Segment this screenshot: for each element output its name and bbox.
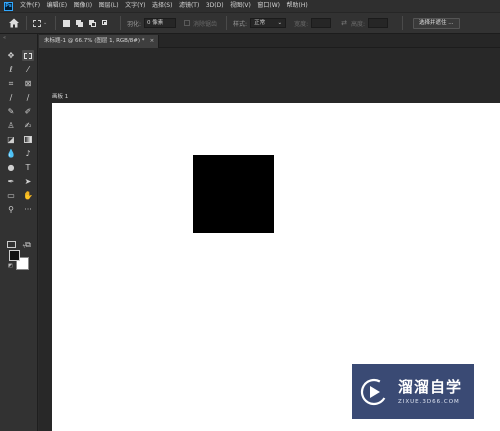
intersect-selection-icon[interactable] <box>101 19 110 28</box>
menu-file[interactable]: 文件(F) <box>20 0 40 12</box>
close-icon[interactable]: × <box>150 35 155 48</box>
photoshop-logo-icon[interactable]: Ps <box>4 1 13 11</box>
document-tab-bar: 未标题-1 @ 66.7% (图层 1, RGB/8#) * × <box>39 34 500 48</box>
divider <box>226 16 228 30</box>
watermark-text: 溜溜自学 ZIXUE.3D66.COM <box>398 377 463 405</box>
more-tools-icon[interactable]: ··· <box>22 204 34 215</box>
divider <box>402 16 404 30</box>
menu-edit[interactable]: 编辑(E) <box>47 0 67 12</box>
watermark: 溜溜自学 ZIXUE.3D66.COM <box>352 364 474 419</box>
screen-mode-icon[interactable]: ⧉ <box>22 239 34 250</box>
menu-3d[interactable]: 3D(D) <box>206 0 224 12</box>
style-label: 样式: <box>233 20 248 28</box>
brush-tool-icon[interactable]: ✎ <box>5 106 17 117</box>
width-label: 宽度: <box>294 20 309 28</box>
healing-brush-icon[interactable]: ∕ <box>22 92 34 103</box>
marquee-tool-icon[interactable] <box>22 50 34 61</box>
move-tool-icon[interactable]: ✥ <box>5 50 17 61</box>
height-label: 高度: <box>350 20 366 28</box>
zoom-tool-icon[interactable]: ⚲ <box>5 204 17 215</box>
blur-icon[interactable]: 💧 <box>5 148 17 159</box>
marquee-preset-icon <box>33 19 41 27</box>
menu-window[interactable]: 窗口(W) <box>257 0 280 12</box>
options-bar: ⌄ 羽化: 0 像素 消除锯齿 样式: 正常 ⌄ 宽度: ⇄ 高度: 选择并遮住… <box>0 12 500 34</box>
watermark-title: 溜溜自学 <box>398 377 463 396</box>
menu-view[interactable]: 视图(V) <box>230 0 251 12</box>
width-input[interactable] <box>311 18 332 28</box>
menu-bar: Ps 文件(F) 编辑(E) 图像(I) 图层(L) 文字(Y) 选择(S) 滤… <box>0 0 500 12</box>
chevron-down-icon: ⌄ <box>43 20 48 26</box>
artboard-label[interactable]: 画板 1 <box>52 92 68 100</box>
default-colors-icon[interactable]: ◩ <box>8 263 13 269</box>
home-icon[interactable] <box>8 17 20 29</box>
crop-tool-icon[interactable]: ⌗ <box>5 78 17 89</box>
height-input[interactable] <box>368 18 389 28</box>
lasso-tool-icon[interactable]: ℓ <box>5 64 17 75</box>
menu-image[interactable]: 图像(I) <box>74 0 92 12</box>
history-brush-icon[interactable]: ✍ <box>22 120 34 131</box>
eyedropper-icon[interactable]: ∕ <box>5 92 17 103</box>
type-tool-icon[interactable]: T <box>22 162 34 173</box>
divider <box>26 16 27 30</box>
foreground-color-swatch[interactable] <box>9 250 20 261</box>
watermark-logo-icon <box>360 378 388 406</box>
style-select[interactable]: 正常 ⌄ <box>250 18 287 28</box>
swap-icon[interactable]: ⇄ <box>341 19 347 27</box>
document-tab-title: 未标题-1 @ 66.7% (图层 1, RGB/8#) * <box>44 38 145 44</box>
menu-help[interactable]: 帮助(H) <box>287 0 308 12</box>
rectangle-tool-icon[interactable]: ▭ <box>5 190 17 201</box>
sponge-icon[interactable]: ● <box>5 162 17 173</box>
quick-mask-icon[interactable] <box>5 239 17 250</box>
style-value: 正常 <box>254 20 266 26</box>
chevron-down-icon: ⌄ <box>277 20 283 26</box>
tools-panel: « ✥ ℓ ⁄ ⌗ ⊠ ∕ ∕ ✎ ✐ ♙ ✍ ◪ 💧 ♪ ● T ✒ ➤ ▭ … <box>0 34 38 431</box>
new-selection-icon[interactable] <box>62 19 71 28</box>
magic-wand-icon[interactable]: ⁄ <box>22 64 34 75</box>
divider <box>55 16 56 30</box>
dodge-icon[interactable]: ♪ <box>22 148 34 159</box>
subtract-from-selection-icon[interactable] <box>88 19 97 28</box>
add-to-selection-icon[interactable] <box>75 19 84 28</box>
menu-filter[interactable]: 滤镜(T) <box>179 0 199 12</box>
divider <box>120 16 121 30</box>
antialias-label: 消除锯齿 <box>193 20 218 28</box>
path-selection-icon[interactable]: ➤ <box>22 176 34 187</box>
frame-tool-icon[interactable]: ⊠ <box>22 78 34 89</box>
pencil-tool-icon[interactable]: ✐ <box>22 106 34 117</box>
gradient-icon[interactable] <box>22 134 34 145</box>
document-tab[interactable]: 未标题-1 @ 66.7% (图层 1, RGB/8#) * × <box>39 35 160 48</box>
black-square-layer[interactable] <box>193 155 274 233</box>
hand-tool-icon[interactable]: ✋ <box>22 190 34 201</box>
tool-preset-picker[interactable]: ⌄ <box>33 18 49 28</box>
feather-label: 羽化: <box>127 20 142 28</box>
menu-layer[interactable]: 图层(L) <box>99 0 119 12</box>
collapse-icon[interactable]: « <box>3 35 6 41</box>
antialias-checkbox[interactable] <box>184 20 191 26</box>
select-and-mask-button[interactable]: 选择并遮住 ... <box>413 17 460 29</box>
watermark-url: ZIXUE.3D66.COM <box>398 398 460 405</box>
clone-stamp-icon[interactable]: ♙ <box>5 120 17 131</box>
pen-tool-icon[interactable]: ✒ <box>5 176 17 187</box>
feather-input[interactable]: 0 像素 <box>144 18 177 28</box>
eraser-icon[interactable]: ◪ <box>5 134 17 145</box>
menu-type[interactable]: 文字(Y) <box>125 0 145 12</box>
menu-select[interactable]: 选择(S) <box>152 0 173 12</box>
